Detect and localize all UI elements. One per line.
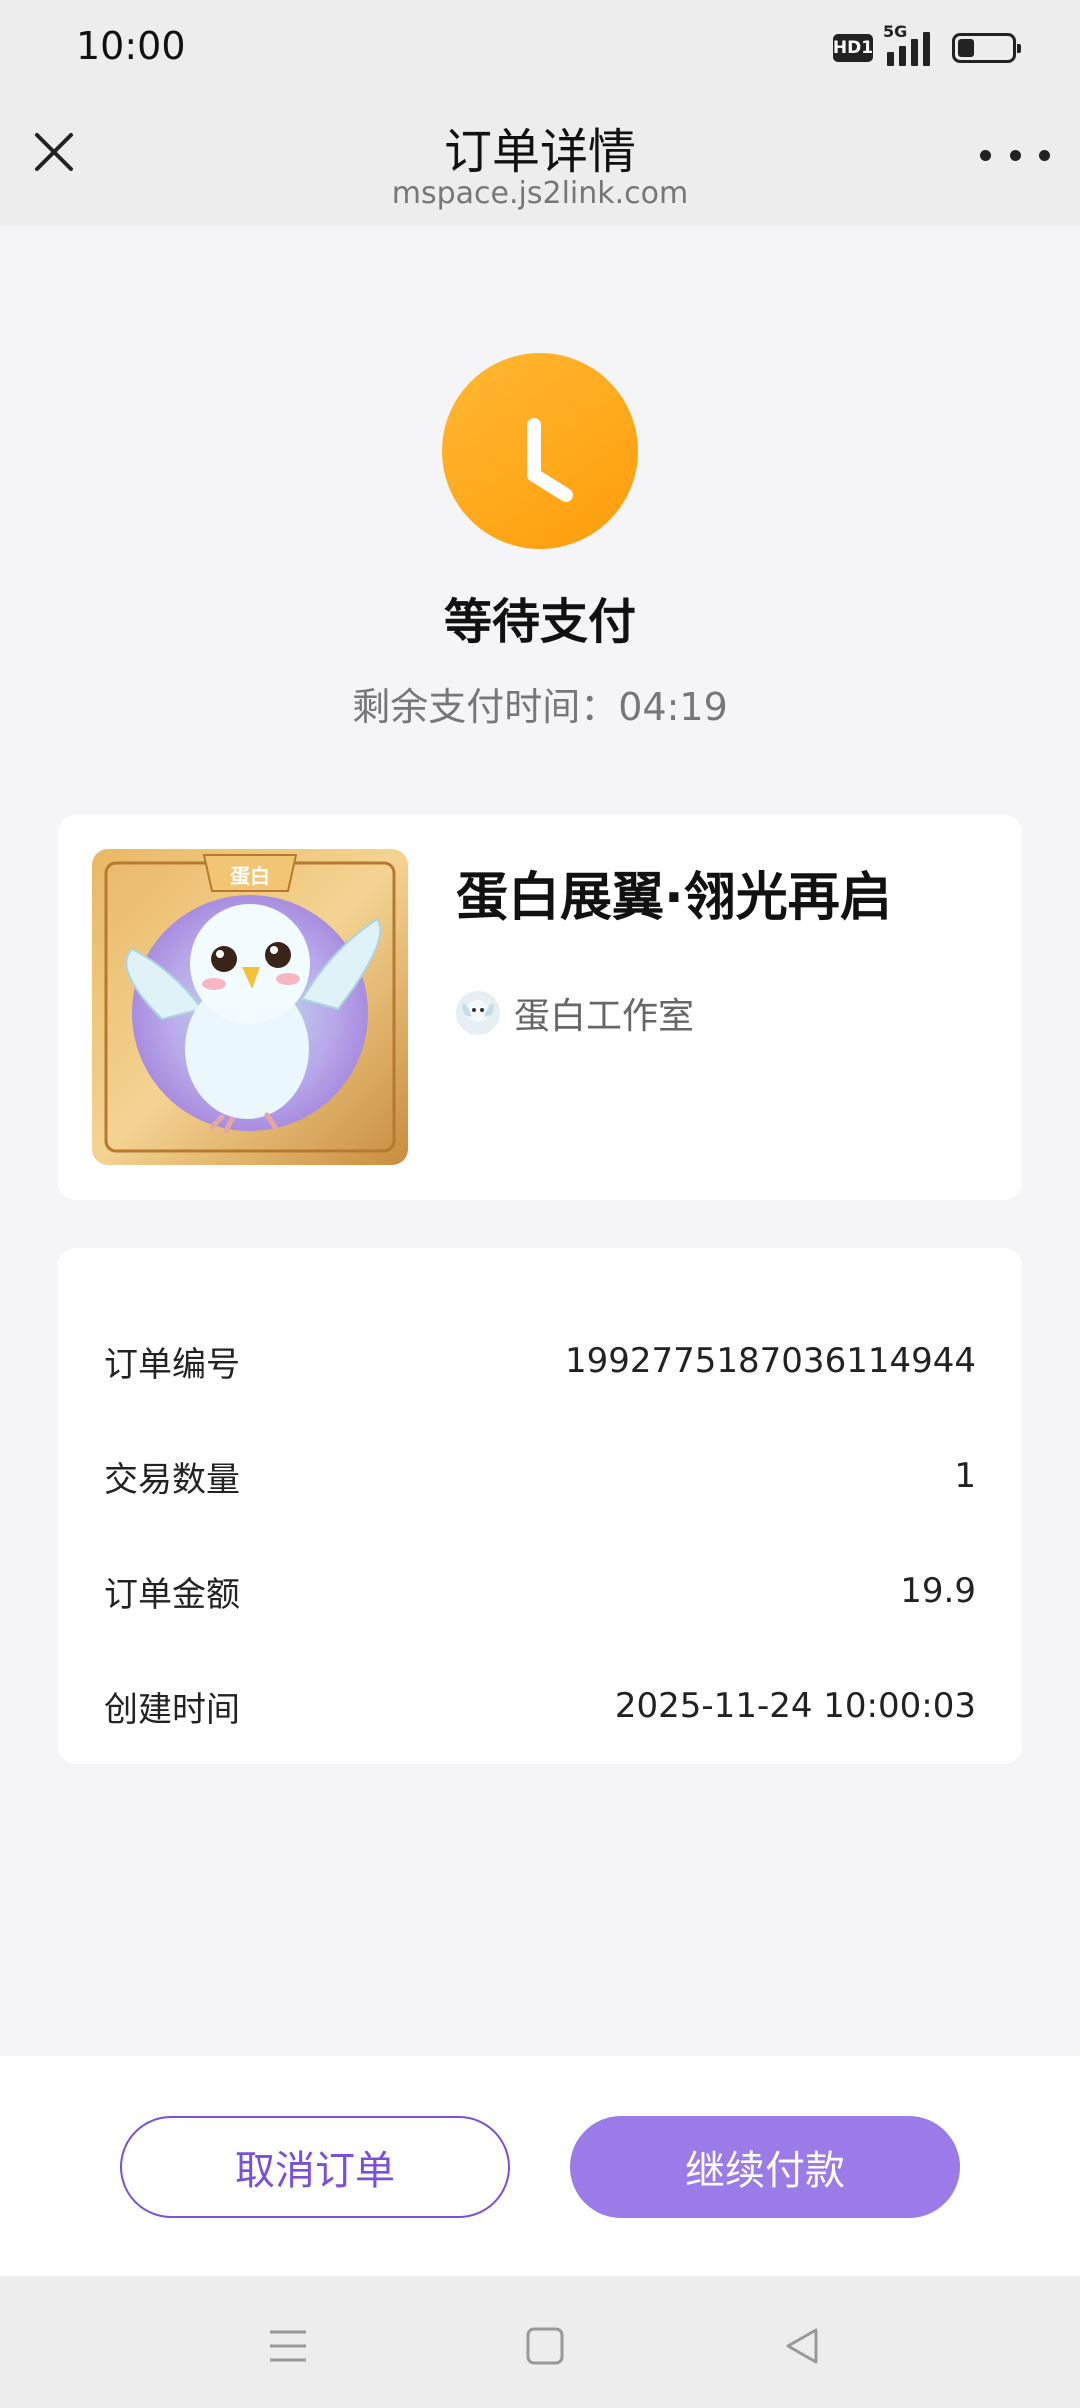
- more-button[interactable]: [980, 140, 1050, 170]
- cancel-order-button[interactable]: 取消订单: [120, 2116, 510, 2218]
- home-icon: [526, 2327, 564, 2365]
- created-time-value: 2025-11-24 10:00:03: [614, 1686, 976, 1726]
- created-time-row: 创建时间 2025-11-24 10:00:03: [104, 1676, 976, 1736]
- status-icons: HD1 5G: [833, 22, 1021, 68]
- order-number-label: 订单编号: [104, 1344, 240, 1385]
- amount-row: 订单金额 19.9: [104, 1561, 976, 1621]
- quantity-label: 交易数量: [104, 1459, 240, 1500]
- page-url: mspace.js2link.com: [391, 176, 689, 211]
- created-time-label: 创建时间: [104, 1689, 240, 1730]
- countdown-value: 04:19: [618, 685, 728, 729]
- order-number-row: 订单编号 1992775187036114944: [104, 1331, 976, 1391]
- amount-value: 19.9: [900, 1571, 976, 1611]
- status-time: 10:00: [76, 24, 186, 68]
- home-button[interactable]: [515, 2316, 575, 2376]
- back-icon: [786, 2328, 818, 2364]
- signal-icon: 5G: [883, 22, 930, 66]
- product-image: 蛋白: [92, 849, 408, 1165]
- quantity-row: 交易数量 1: [104, 1446, 976, 1506]
- amount-label: 订单金额: [104, 1574, 240, 1615]
- payment-status-title: 等待支付: [443, 594, 636, 650]
- more-icon: [980, 149, 991, 161]
- quantity-value: 1: [954, 1456, 976, 1496]
- recent-apps-button[interactable]: [258, 2316, 318, 2376]
- order-number-value: 1992775187036114944: [564, 1341, 976, 1381]
- battery-icon: [952, 33, 1021, 63]
- page-title: 订单详情: [443, 124, 636, 180]
- product-title: 蛋白展翼·翎光再启: [456, 868, 892, 928]
- back-button[interactable]: [772, 2316, 832, 2376]
- continue-payment-button[interactable]: 继续付款: [570, 2116, 960, 2218]
- clock-icon: [442, 353, 638, 549]
- menu-icon: [270, 2330, 306, 2362]
- creator: 蛋白工作室: [456, 987, 694, 1039]
- countdown: 剩余支付时间：04:19: [0, 676, 1080, 731]
- creator-name: 蛋白工作室: [514, 996, 695, 1037]
- order-info-card: 订单编号 1992775187036114944 交易数量 1 订单金额 19.…: [58, 1248, 1022, 1764]
- status-bar: 10:00 HD1 5G: [0, 0, 1080, 96]
- system-nav-bar: [0, 2276, 1080, 2408]
- bottom-action-bar: 取消订单 继续付款: [0, 2056, 1080, 2276]
- hd-icon: HD1: [833, 34, 873, 62]
- creator-avatar: [456, 991, 500, 1035]
- product-card[interactable]: 蛋白 蛋白展翼·翎光再启 蛋白工作室: [58, 815, 1022, 1200]
- countdown-label: 剩余支付时间：: [352, 685, 619, 729]
- title-bar: 订单详情 mspace.js2link.com: [0, 96, 1080, 226]
- image-badge-text: 蛋白: [230, 864, 270, 888]
- network-type-label: 5G: [883, 22, 908, 41]
